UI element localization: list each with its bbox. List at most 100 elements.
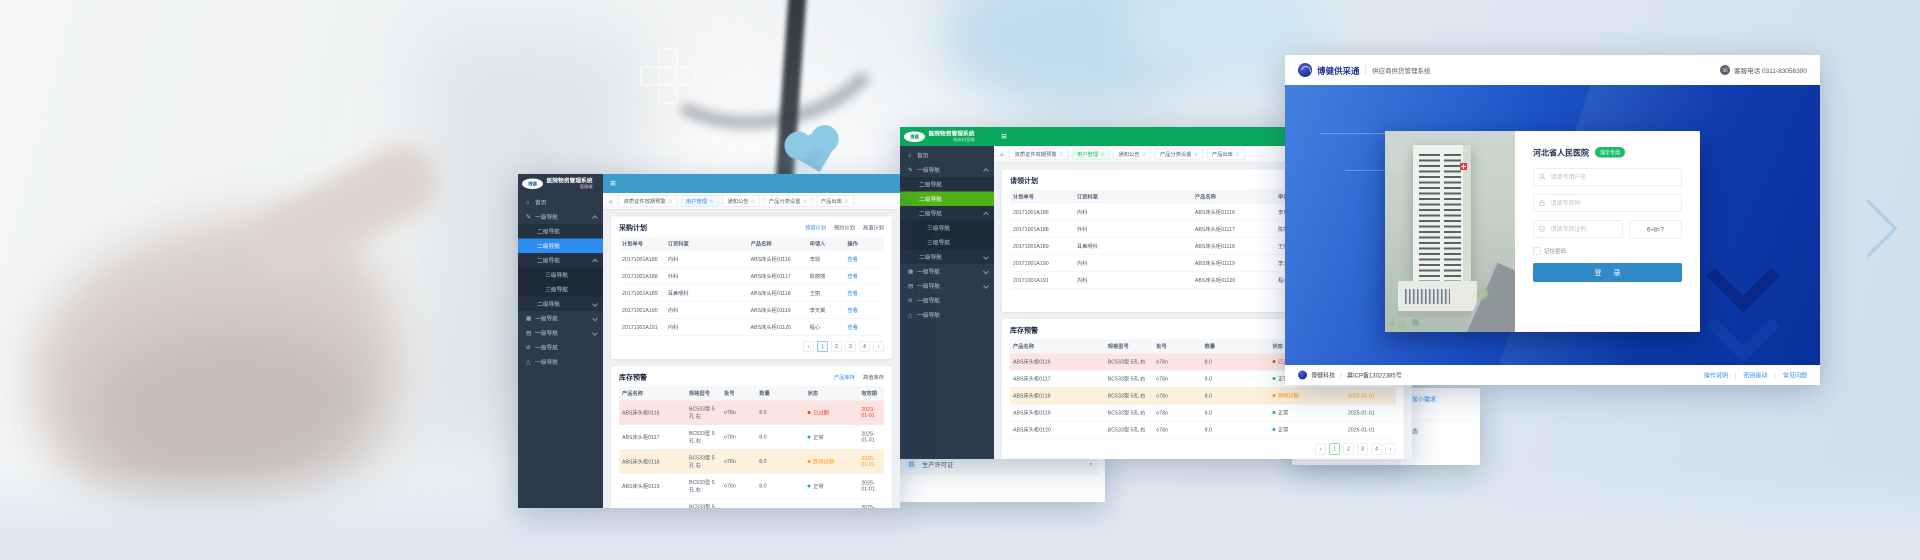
view-link[interactable]: 查看 xyxy=(847,308,858,314)
page-button[interactable]: › xyxy=(873,341,884,352)
sidebar-item[interactable]: ✎ 一级导航 xyxy=(518,210,603,225)
inventory-link[interactable]: 高值库存 xyxy=(863,373,884,381)
view-link[interactable]: 查看 xyxy=(847,257,858,263)
sidebar-item[interactable]: △ 一级导航 xyxy=(900,308,994,323)
sidebar-item[interactable]: △ 一级导航 xyxy=(518,355,603,370)
sidebar-item[interactable]: 二级导航 xyxy=(900,192,994,207)
page-button[interactable]: 4 xyxy=(1371,444,1382,455)
tab[interactable]: 产品出库 xyxy=(1207,148,1244,160)
column-header: 订货科室 xyxy=(1074,190,1192,205)
column-header: 规格型号 xyxy=(1105,339,1153,354)
sidebar-item[interactable]: ▤ 一级导航 xyxy=(900,279,994,294)
captcha-input[interactable] xyxy=(1533,220,1623,238)
chevron-decoration xyxy=(1706,289,1780,363)
hero-banner: 博健 医院物资管理系统 管理端 ⌂ 首页 xyxy=(0,0,1920,560)
sidebar-item[interactable]: 三级导航 xyxy=(900,221,994,236)
chevron-icon xyxy=(592,330,598,336)
username-field-wrap xyxy=(1533,168,1682,186)
login-footer: 博健科技 ｜ 冀ICP备13022385号 操作说明密钥驱动常见问题 xyxy=(1285,365,1820,385)
username-input[interactable] xyxy=(1533,168,1682,186)
table-row: ABS床头柜0116 BC533型 5孔 右 o78o 8.0 已过期 2023… xyxy=(619,401,884,425)
tab[interactable]: 资质证件效期预警 xyxy=(1010,148,1068,160)
sidebar-item[interactable]: ⌂ 首页 xyxy=(518,195,603,210)
plan-link[interactable]: 领用计划 xyxy=(805,224,826,232)
sidebar-item[interactable]: 三级导航 xyxy=(518,282,603,297)
sidebar-item[interactable]: 二级导航 xyxy=(518,239,603,254)
product-name: 供应商供货管理系统 xyxy=(1372,65,1431,75)
sidebar-item-label: 首页 xyxy=(917,151,929,159)
sidebar-item[interactable]: ▦ 一级导航 xyxy=(900,264,994,279)
sidebar-item[interactable]: ⊘ 一级导航 xyxy=(900,293,994,308)
sidebar-item[interactable]: ▦ 一级导航 xyxy=(518,311,603,326)
sidebar-item-label: 二级导航 xyxy=(919,180,942,188)
login-form: 河北省人民医院 演示专用 xyxy=(1515,131,1700,332)
tab[interactable]: 用户管理 xyxy=(681,195,718,207)
view-link[interactable]: 查看 xyxy=(847,291,858,297)
sidebar-item[interactable]: 二级导航 xyxy=(518,253,603,268)
column-header: 产品名称 xyxy=(1192,190,1275,205)
page-button[interactable]: 1 xyxy=(817,341,828,352)
page-button[interactable]: ‹ xyxy=(1315,444,1326,455)
sidebar-item[interactable]: 二级导航 xyxy=(518,224,603,239)
sidebar-item[interactable]: ▤ 一级导航 xyxy=(518,326,603,341)
remember-checkbox[interactable] xyxy=(1533,247,1541,255)
sidebar-item-icon: ▦ xyxy=(526,315,535,322)
page-button[interactable]: ‹ xyxy=(803,341,814,352)
plan-link[interactable]: 高值计划 xyxy=(863,224,884,232)
hamburger-menu-icon[interactable]: ≡ xyxy=(610,179,616,189)
footer-link[interactable]: 密钥驱动 xyxy=(1743,371,1783,380)
password-field-wrap xyxy=(1533,194,1682,212)
sidebar-item[interactable]: 二级导航 xyxy=(900,206,994,221)
page-button[interactable]: 2 xyxy=(1343,444,1354,455)
tab[interactable]: 资质证件效期预警 xyxy=(619,195,677,207)
sidebar-item[interactable]: ⊘ 一级导航 xyxy=(518,340,603,355)
red-cross-icon xyxy=(1460,163,1467,170)
page-button[interactable]: 4 xyxy=(859,341,870,352)
page-button[interactable]: 3 xyxy=(1357,444,1368,455)
sidebar-item-icon: ▤ xyxy=(908,283,917,290)
sidebar-item[interactable]: ✎ 一级导航 xyxy=(900,163,994,178)
sidebar-item[interactable]: 二级导航 xyxy=(900,250,994,265)
page-button[interactable]: 1 xyxy=(1329,444,1340,455)
view-link[interactable]: 查看 xyxy=(847,325,858,331)
table-row: ABS床头柜0120 BC533型 5孔 右 o78o 8.0 正常 2025-… xyxy=(1010,421,1396,438)
tab[interactable]: 产品分类设置 xyxy=(764,195,812,207)
sidebar-item[interactable]: 二级导航 xyxy=(518,297,603,312)
tab[interactable]: 产品分类设置 xyxy=(1155,148,1203,160)
sidebar-item[interactable]: 三级导航 xyxy=(518,268,603,283)
sidebar-item[interactable]: 二级导航 xyxy=(900,177,994,192)
sidebar-item-label: 一级导航 xyxy=(917,311,940,319)
download-icon[interactable] xyxy=(1089,461,1092,468)
page-button[interactable]: › xyxy=(1385,444,1396,455)
collapse-tabs-icon[interactable]: « xyxy=(998,150,1006,158)
captcha-code[interactable]: 6+8=? xyxy=(1629,220,1682,239)
view-link[interactable]: 查看 xyxy=(847,274,858,280)
footer-link[interactable]: 常见问题 xyxy=(1783,371,1807,380)
page-button[interactable]: 3 xyxy=(845,341,856,352)
tab[interactable]: 通知公告 xyxy=(722,195,759,207)
pagination: ‹1234› xyxy=(619,336,884,354)
sidebar-item-label: 一级导航 xyxy=(917,166,940,174)
tab[interactable]: 用户管理 xyxy=(1072,148,1109,160)
password-input[interactable] xyxy=(1533,194,1682,212)
tab[interactable]: 通知公告 xyxy=(1113,148,1150,160)
column-header: 批号 xyxy=(1153,339,1201,354)
plan-link[interactable]: 预约计划 xyxy=(834,224,855,232)
status-dot xyxy=(808,460,811,463)
user-icon xyxy=(1538,173,1546,181)
page-button[interactable]: 2 xyxy=(831,341,842,352)
sidebar-item[interactable]: 三级导航 xyxy=(900,235,994,250)
column-header: 产品名称 xyxy=(619,386,686,401)
sidebar-item-icon: △ xyxy=(526,359,535,366)
tab[interactable]: 产品出库 xyxy=(816,195,853,207)
status-badge: 即将过期 xyxy=(813,459,834,465)
footer-link[interactable]: 操作说明 xyxy=(1704,371,1744,380)
hamburger-menu-icon[interactable]: ≡ xyxy=(1001,132,1007,142)
brand-logo: 博健 xyxy=(522,178,543,189)
collapse-tabs-icon[interactable]: « xyxy=(607,197,615,205)
login-button[interactable]: 登 录 xyxy=(1533,263,1682,282)
hospital-building-image xyxy=(1385,131,1515,332)
sidebar-item[interactable]: ⌂ 首页 xyxy=(900,148,994,163)
sidebar-item-label: 三级导航 xyxy=(545,285,568,293)
inventory-link[interactable]: 产品库存 xyxy=(834,373,855,381)
